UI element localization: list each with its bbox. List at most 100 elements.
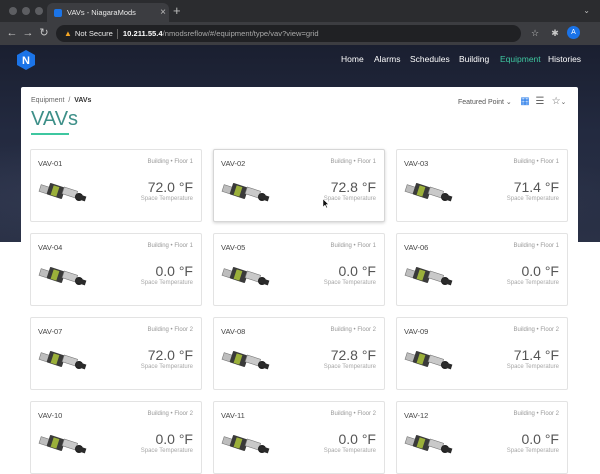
card-value: 0.0 °F [521,431,559,447]
address-bar[interactable]: ▲ Not Secure 10.211.55.4 /nmodsreflow/#/… [56,25,521,42]
card-name: VAV-06 [404,243,429,252]
favorite-star-icon[interactable]: ☆⌄ [549,96,569,108]
card-value: 71.4 °F [513,179,559,195]
vav-actuator-image [38,351,87,370]
card-point-label: Space Temperature [506,196,559,202]
card-point-label: Space Temperature [140,196,193,202]
security-label[interactable]: Not Secure [75,29,113,38]
equipment-card[interactable]: VAV-09 Building • Floor 2 71.4 °F Space Tem… [396,317,568,390]
card-location: Building • Floor 1 [147,159,193,165]
equipment-card[interactable]: VAV-07 Building • Floor 2 72.0 °F Space Tem… [30,317,202,390]
equipment-card[interactable]: VAV-12 Building • Floor 2 0.0 °F Space Temp… [396,401,568,474]
nav-item-building[interactable]: Building [459,54,489,64]
card-value: 71.4 °F [513,347,559,363]
card-location: Building • Floor 1 [513,243,559,249]
card-location: Building • Floor 1 [330,159,376,165]
vav-actuator-image [221,435,270,454]
bookmark-star-icon[interactable]: ☆ [528,26,542,40]
content-panel: Equipment / VAVs VAVs Featured Point ⌄ ▦… [21,87,578,474]
card-value: 0.0 °F [338,431,376,447]
chevron-down-icon: ⌄ [505,99,512,106]
card-name: VAV-10 [38,411,63,420]
card-name: VAV-07 [38,327,63,336]
minimize-window-button[interactable] [22,7,30,15]
tab-title: VAVs - NiagaraMods [67,8,136,17]
card-point-label: Space Temperature [140,364,193,370]
equipment-card[interactable]: VAV-03 Building • Floor 1 71.4 °F Space Tem… [396,149,568,222]
equipment-card[interactable]: VAV-11 Building • Floor 2 0.0 °F Space Temp… [213,401,385,474]
card-name: VAV-04 [38,243,63,252]
equipment-card[interactable]: VAV-08 Building • Floor 2 72.8 °F Space Tem… [213,317,385,390]
vav-actuator-image [221,351,270,370]
card-location: Building • Floor 2 [513,327,559,333]
new-tab-button[interactable]: + [173,4,181,18]
equipment-card[interactable]: VAV-06 Building • Floor 1 0.0 °F Space Temp… [396,233,568,306]
card-value: 0.0 °F [155,263,193,279]
nav-item-equipment[interactable]: Equipment [500,54,541,64]
card-value: 0.0 °F [155,431,193,447]
card-location: Building • Floor 2 [513,411,559,417]
equipment-card[interactable]: VAV-02 Building • Floor 1 72.8 °F Space Tem… [213,149,385,222]
card-name: VAV-11 [221,411,245,420]
card-point-label: Space Temperature [323,364,376,370]
profile-avatar[interactable]: A [567,26,580,39]
card-name: VAV-09 [404,327,429,336]
tab-search-icon[interactable]: ⌄ [583,6,590,15]
breadcrumb-equipment[interactable]: Equipment [31,97,64,104]
card-point-label: Space Temperature [140,448,193,454]
tab-close-icon[interactable]: × [157,7,169,18]
equipment-card[interactable]: VAV-04 Building • Floor 1 0.0 °F Space Temp… [30,233,202,306]
equipment-card[interactable]: VAV-05 Building • Floor 1 0.0 °F Space Temp… [213,233,385,306]
browser-chrome: VAVs - NiagaraMods × + ⌄ ← → ↻ ▲ Not Sec… [0,0,600,45]
vav-actuator-image [38,183,87,202]
card-name: VAV-05 [221,243,246,252]
card-location: Building • Floor 2 [147,327,193,333]
breadcrumb-current: VAVs [74,97,92,104]
vav-actuator-image [38,435,87,454]
card-location: Building • Floor 2 [330,327,376,333]
card-point-label: Space Temperature [323,448,376,454]
card-location: Building • Floor 1 [147,243,193,249]
back-icon[interactable]: ← [5,26,19,40]
card-location: Building • Floor 2 [147,411,193,417]
nav-item-home[interactable]: Home [341,54,364,64]
window-controls [9,7,43,15]
featured-point-dropdown[interactable]: Featured Point ⌄ [458,98,512,106]
card-name: VAV-02 [221,159,246,168]
card-point-label: Space Temperature [506,448,559,454]
vav-actuator-image [404,351,453,370]
vav-actuator-image [404,435,453,454]
card-value: 0.0 °F [338,263,376,279]
close-window-button[interactable] [9,7,17,15]
list-view-icon[interactable]: ☰ [534,96,546,108]
vav-actuator-image [221,183,270,202]
card-point-label: Space Temperature [506,364,559,370]
vav-actuator-image [404,267,453,286]
equipment-card[interactable]: VAV-10 Building • Floor 2 0.0 °F Space Temp… [30,401,202,474]
main-nav: Home Alarms Schedules Building Equipment… [0,54,600,68]
card-location: Building • Floor 1 [513,159,559,165]
maximize-window-button[interactable] [35,7,43,15]
card-point-label: Space Temperature [140,280,193,286]
equipment-card[interactable]: VAV-01 Building • Floor 1 72.0 °F Space Tem… [30,149,202,222]
card-name: VAV-12 [404,411,429,420]
breadcrumb-separator: / [68,97,71,104]
card-point-label: Space Temperature [323,196,376,202]
tab-bar: VAVs - NiagaraMods × + ⌄ [0,0,600,22]
forward-icon[interactable]: → [21,26,35,40]
browser-tab[interactable]: VAVs - NiagaraMods × [47,3,169,22]
nav-item-histories[interactable]: Histories [548,54,581,64]
nav-item-alarms[interactable]: Alarms [374,54,400,64]
nav-item-schedules[interactable]: Schedules [410,54,450,64]
card-value: 0.0 °F [521,263,559,279]
breadcrumb: Equipment / VAVs [31,97,91,104]
card-name: VAV-03 [404,159,429,168]
reload-icon[interactable]: ↻ [37,26,51,40]
vav-actuator-image [404,183,453,202]
url-host: 10.211.55.4 [122,29,163,38]
featured-point-label: Featured Point [458,99,504,106]
grid-view-icon[interactable]: ▦ [519,96,531,108]
card-location: Building • Floor 1 [330,243,376,249]
extensions-icon[interactable]: ✱ [548,26,562,40]
card-location: Building • Floor 2 [330,411,376,417]
